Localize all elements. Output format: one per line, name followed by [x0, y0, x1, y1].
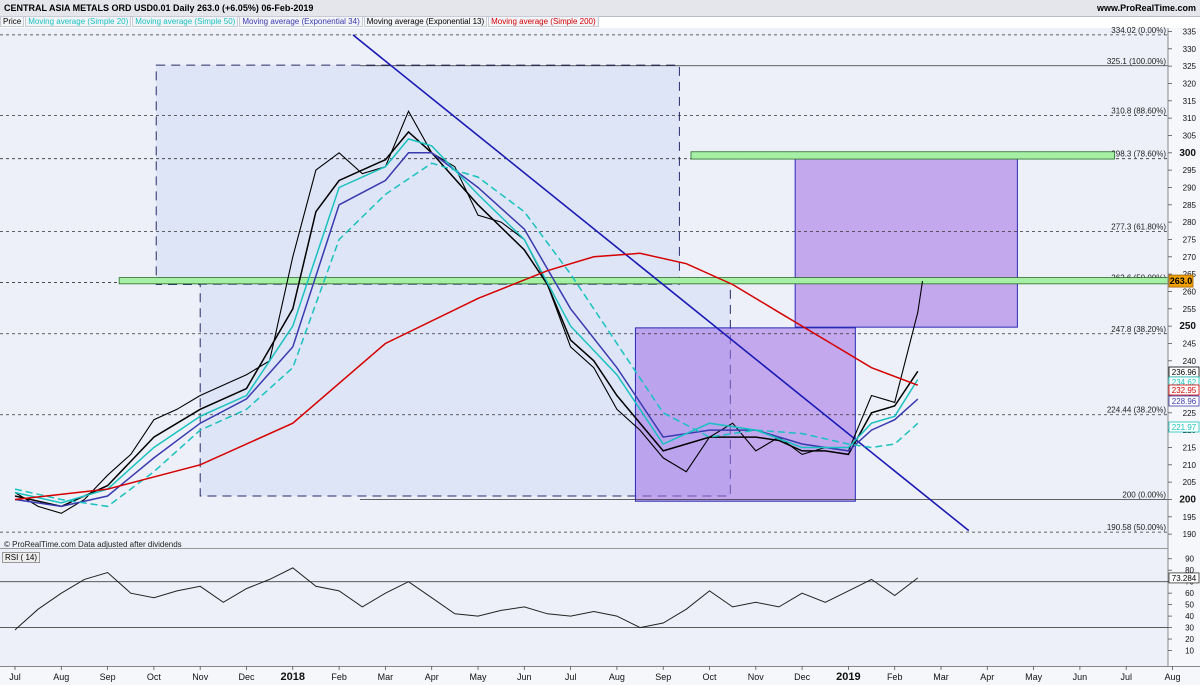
- price-tick-label-25: 315: [1183, 97, 1197, 106]
- time-tick-label-18: 2019: [836, 671, 860, 683]
- time-tick-label-7: Feb: [331, 672, 347, 682]
- time-tick-label-2: Sep: [100, 672, 116, 682]
- price-tick-label-10: 240: [1183, 357, 1197, 366]
- price-tick-label-2: 200: [1179, 494, 1196, 505]
- time-axis-area: [0, 666, 1200, 685]
- time-tick-label-12: Jul: [565, 672, 577, 682]
- fib-level-label-3: 298.3 (78.60%): [1111, 150, 1166, 159]
- fib-level-label-2: 310.8 (88.60%): [1111, 106, 1166, 115]
- rsi-tick-label-5: 40: [1185, 612, 1194, 621]
- price-tick-label-3: 205: [1183, 478, 1197, 487]
- ma-value-tag-text-2: 232.95: [1172, 386, 1197, 395]
- ma-value-tag-text-0: 236.96: [1172, 368, 1197, 377]
- price-tick-label-27: 325: [1183, 62, 1197, 71]
- price-tick-label-1: 195: [1183, 513, 1197, 522]
- price-tick-label-29: 335: [1183, 27, 1197, 36]
- time-tick-label-15: Oct: [702, 672, 717, 682]
- price-tick-label-18: 280: [1183, 218, 1197, 227]
- price-tick-label-13: 255: [1183, 305, 1197, 314]
- fib-level-label-7: 224.44 (38.20%): [1107, 406, 1166, 415]
- rsi-tick-label-3: 60: [1185, 589, 1194, 598]
- rsi-tick-label-0: 90: [1185, 555, 1194, 564]
- time-tick-label-17: Dec: [794, 672, 811, 682]
- rsi-value-text: 73.284: [1172, 574, 1197, 583]
- resistance-band-1: [690, 151, 1116, 160]
- time-tick-label-21: Apr: [980, 672, 994, 682]
- time-tick-label-4: Nov: [192, 672, 209, 682]
- price-tick-label-12: 250: [1179, 321, 1196, 332]
- price-tick-label-11: 245: [1183, 339, 1197, 348]
- price-tick-label-14: 260: [1183, 287, 1197, 296]
- fib-level-label-1: 325.1 (100.00%): [1107, 57, 1166, 66]
- fib-level-label-6: 247.8 (38.20%): [1111, 325, 1166, 334]
- time-tick-label-6: 2018: [281, 671, 305, 683]
- price-tick-label-22: 300: [1179, 148, 1196, 159]
- ma-value-tag-text-3: 228.96: [1172, 397, 1197, 406]
- ma-value-tag-text-4: 221.97: [1172, 423, 1197, 432]
- rsi-tick-label-7: 20: [1185, 635, 1194, 644]
- time-tick-label-9: Apr: [425, 672, 439, 682]
- price-tick-label-23: 305: [1183, 131, 1197, 140]
- time-tick-label-1: Aug: [53, 672, 69, 682]
- price-tick-label-19: 285: [1183, 201, 1197, 210]
- fib-level-label-9: 190.58 (50.00%): [1107, 523, 1166, 532]
- resistance-band-0: [118, 277, 1183, 285]
- fib-level-label-0: 334.02 (0.00%): [1111, 26, 1166, 35]
- fib-level-label-4: 277.3 (61.80%): [1111, 222, 1166, 231]
- price-tick-label-17: 275: [1183, 235, 1197, 244]
- price-tick-label-24: 310: [1183, 114, 1197, 123]
- rsi-tick-label-6: 30: [1185, 624, 1194, 633]
- time-tick-label-16: Nov: [748, 672, 765, 682]
- fib-level-label-8: 200 (0.00%): [1122, 490, 1166, 499]
- time-tick-label-3: Oct: [147, 672, 162, 682]
- time-tick-label-23: Jun: [1073, 672, 1088, 682]
- rsi-label: RSI ( 14): [2, 552, 41, 563]
- time-tick-label-24: Jul: [1120, 672, 1132, 682]
- analysis-box-0: [155, 64, 680, 286]
- price-chart[interactable]: 334.02 (0.00%) 325.1 (100.00%) 310.8 (88.6…: [0, 0, 1200, 685]
- rsi-tick-label-4: 50: [1185, 601, 1194, 610]
- time-tick-label-0: Jul: [9, 672, 21, 682]
- price-tick-label-28: 330: [1183, 45, 1197, 54]
- price-tick-label-7: 225: [1183, 409, 1197, 418]
- time-tick-label-11: Jun: [517, 672, 532, 682]
- price-tick-label-21: 295: [1183, 166, 1197, 175]
- price-tick-label-26: 320: [1183, 79, 1197, 88]
- price-tick-label-4: 210: [1183, 461, 1197, 470]
- watermark-text: © ProRealTime.com Data adjusted after di…: [4, 540, 182, 549]
- rsi-tick-label-8: 10: [1185, 647, 1194, 656]
- time-tick-label-13: Aug: [609, 672, 625, 682]
- time-tick-label-19: Feb: [887, 672, 903, 682]
- time-tick-label-25: Aug: [1164, 672, 1180, 682]
- price-tick-label-5: 215: [1183, 443, 1197, 452]
- last-price-text: 263.0: [1170, 276, 1193, 286]
- time-tick-label-8: Mar: [378, 672, 394, 682]
- time-tick-label-22: May: [1025, 672, 1043, 682]
- price-tick-label-20: 290: [1183, 183, 1197, 192]
- time-tick-label-5: Dec: [238, 672, 255, 682]
- time-tick-label-20: Mar: [933, 672, 949, 682]
- price-tick-label-0: 190: [1183, 530, 1197, 539]
- rsi-plot-area: [0, 549, 1168, 666]
- time-tick-label-10: May: [469, 672, 487, 682]
- analysis-box-3: [794, 152, 1018, 328]
- price-tick-label-16: 270: [1183, 253, 1197, 262]
- time-tick-label-14: Sep: [655, 672, 671, 682]
